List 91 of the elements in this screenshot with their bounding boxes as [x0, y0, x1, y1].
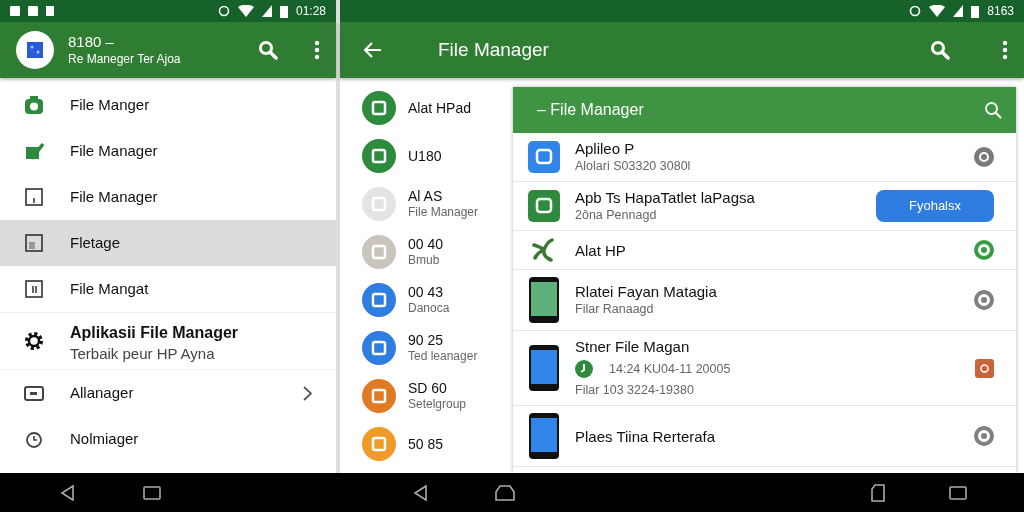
clock-icon	[24, 429, 44, 449]
battery-icon	[279, 4, 288, 18]
drawer-item[interactable]: File Manager	[0, 128, 336, 174]
square-icon	[24, 187, 44, 207]
drawer-subtitle: Re Maneger Ter Ajoa	[68, 51, 182, 67]
status-icon	[974, 426, 994, 446]
back-icon[interactable]	[60, 484, 74, 501]
item-subtitle: Setelgroup	[408, 397, 467, 412]
wifi-icon	[929, 5, 946, 17]
phone-icon	[528, 344, 560, 392]
status-icon	[974, 290, 994, 310]
card-title: – File Manager	[537, 100, 645, 120]
item-subtitle: File Manager	[408, 205, 479, 220]
recent-apps-icon[interactable]	[143, 485, 161, 500]
wifi-icon	[237, 5, 254, 17]
document-icon	[24, 279, 44, 299]
drawer-item[interactable]: File Mangat	[0, 266, 336, 312]
camera-icon	[24, 95, 44, 115]
signal-icon	[953, 5, 964, 17]
search-icon[interactable]	[258, 40, 278, 60]
app-icon[interactable]	[362, 139, 396, 173]
item-title: Aplikasii File Manager	[70, 322, 240, 343]
sprig-icon	[531, 237, 557, 263]
item-title: U180	[408, 147, 442, 165]
drawer-item[interactable]: File Manager	[0, 174, 336, 220]
search-icon[interactable]	[984, 101, 1002, 119]
item-label: File Manager	[70, 186, 159, 207]
status-icon	[975, 358, 994, 378]
more-options-icon[interactable]	[314, 40, 320, 60]
app-tile-icon	[528, 141, 560, 173]
item-label: File Mangat	[70, 278, 150, 299]
battery-icon	[971, 4, 980, 18]
app-icon[interactable]	[362, 331, 396, 365]
settings-icon	[24, 331, 44, 351]
status-icon	[974, 240, 994, 260]
item-label: File Manger	[70, 94, 151, 115]
app-icon[interactable]	[362, 379, 396, 413]
card-icon	[24, 383, 44, 403]
drawer-item[interactable]: Fletage	[0, 220, 336, 266]
rotate-icon[interactable]	[871, 483, 885, 502]
item-title: Al AS	[408, 188, 444, 205]
item-subtitle: Ted leanager	[408, 349, 478, 364]
item-title: Plaes Tiina Rerterafa	[575, 426, 717, 446]
phone-icon	[528, 276, 560, 324]
clock-icon	[575, 360, 593, 378]
status-time: 8163	[987, 3, 1014, 20]
action-button[interactable]: Fyohalsx	[876, 190, 994, 222]
more-options-icon[interactable]	[1002, 40, 1008, 60]
item-title: Apb Ts HapaTatlet laPagsa	[575, 188, 756, 207]
item-title: 50 85	[408, 435, 444, 453]
item-subtitle: Bmub	[408, 253, 441, 268]
item-label: Fletage	[70, 232, 122, 253]
item-label: Nolmiager	[70, 428, 140, 449]
item-title: 00 40	[408, 236, 444, 253]
document-icon	[24, 233, 44, 253]
app-logo-icon	[27, 42, 43, 58]
item-title: 00 43	[408, 284, 445, 301]
item-title: Alat HP	[575, 240, 627, 260]
item-label: Allanager	[70, 382, 135, 403]
item-subtitle: 2ôna Pennagd	[575, 207, 658, 224]
item-title: Stner File Magan	[575, 337, 691, 356]
drawer-item[interactable]: File Manger	[0, 82, 336, 128]
item-label: File Manager	[70, 140, 159, 161]
drawer-item[interactable]: Aplikasii File Manager Terbaik peur HP Ayna	[0, 312, 336, 370]
search-icon[interactable]	[930, 40, 950, 60]
home-icon[interactable]	[495, 484, 515, 501]
app-tile-icon	[528, 190, 560, 222]
item-title: Rlatei Fayan Matagia	[575, 282, 718, 301]
item-title: SD 60	[408, 380, 448, 397]
item-subtitle: Terbaik peur HP Ayna	[70, 344, 216, 362]
back-icon[interactable]	[413, 484, 427, 501]
recent-apps-icon[interactable]	[949, 485, 967, 500]
drawer-item[interactable]: Allanager	[0, 370, 336, 416]
drawer-item[interactable]: Nolmiager	[0, 416, 336, 462]
signal-icon	[261, 5, 272, 17]
item-meta: 14:24 KU04-11 20005	[609, 360, 731, 378]
status-icon	[974, 147, 994, 167]
app-icon[interactable]	[362, 283, 396, 317]
app-icon[interactable]	[362, 91, 396, 125]
item-subtitle: Alolari S03320 3080l	[575, 158, 692, 175]
back-arrow-icon[interactable]	[364, 42, 382, 58]
status-time: 01:28	[295, 3, 326, 20]
app-bar-title: File Manager	[438, 37, 550, 62]
item-subtitle: Filar 103 3224-19380	[575, 382, 695, 399]
item-subtitle: Danoca	[408, 301, 450, 316]
phone-icon	[528, 412, 560, 460]
item-title: Alat HPad	[408, 99, 472, 117]
item-title: Aplileo P	[575, 139, 636, 158]
item-subtitle: Filar Ranaagd	[575, 301, 655, 318]
drawer-title: 8180 –	[68, 33, 115, 51]
item-title: 90 25	[408, 332, 445, 349]
